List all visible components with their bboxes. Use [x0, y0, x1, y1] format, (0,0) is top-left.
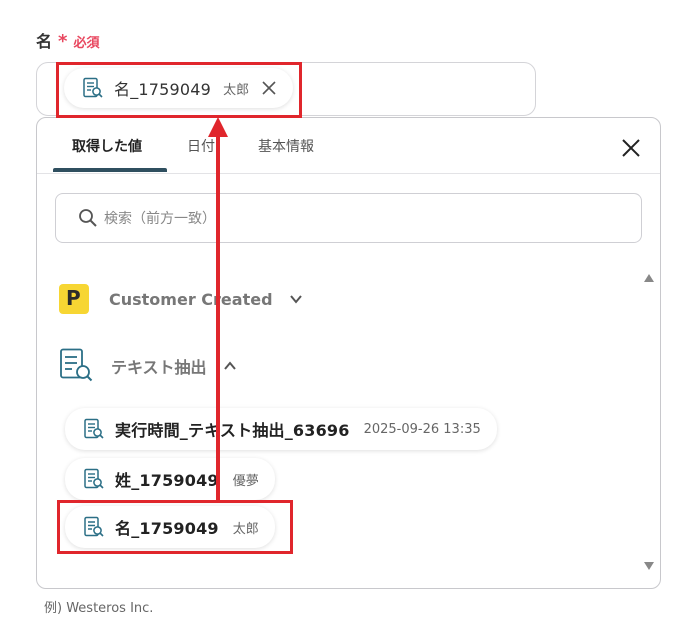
- tab-basic-info[interactable]: 基本情報: [258, 136, 314, 156]
- close-icon[interactable]: [620, 137, 642, 159]
- text-extract-icon: [83, 418, 105, 440]
- annotation-highlight-box-top: [56, 62, 302, 118]
- scroll-down-icon[interactable]: [643, 556, 655, 570]
- required-text: 必須: [73, 36, 100, 51]
- tab-date[interactable]: 日付: [187, 136, 215, 156]
- search-icon: [78, 208, 98, 228]
- field-label: 名 * 必須: [36, 28, 99, 52]
- yellow-p-logo-icon: P: [59, 284, 89, 314]
- item-name: 姓_1759049: [115, 471, 219, 490]
- group-text-extract[interactable]: テキスト抽出: [59, 348, 237, 384]
- group-title: テキスト抽出: [111, 358, 207, 377]
- item-value: 2025-09-26 13:35: [363, 421, 481, 437]
- list-item[interactable]: 実行時間_テキスト抽出_63696 2025-09-26 13:35: [65, 408, 497, 450]
- field-name: 名: [36, 32, 53, 51]
- scroll-up-icon[interactable]: [643, 268, 655, 282]
- list-item[interactable]: 姓_1759049 優夢: [65, 458, 275, 500]
- annotation-arrow-line: [216, 136, 220, 500]
- required-star: *: [58, 31, 68, 52]
- annotation-highlight-box-bottom: [57, 500, 293, 554]
- tab-bar: 取得した値 日付 基本情報: [37, 118, 660, 174]
- search-input[interactable]: 検索（前方一致）: [55, 193, 642, 243]
- text-extract-icon: [59, 348, 93, 384]
- chevron-up-icon[interactable]: [223, 359, 237, 373]
- text-extract-icon: [83, 468, 105, 490]
- group-customer-created[interactable]: P Customer Created: [59, 284, 303, 314]
- item-name: 実行時間_テキスト抽出_63696: [115, 421, 350, 440]
- group-title: Customer Created: [109, 289, 273, 309]
- tab-retrieved-values[interactable]: 取得した値: [72, 136, 142, 156]
- item-value: 優夢: [232, 473, 259, 489]
- search-placeholder: 検索（前方一致）: [104, 211, 216, 227]
- chevron-down-icon[interactable]: [289, 292, 303, 306]
- field-hint: 例) Westeros Inc.: [44, 601, 154, 616]
- annotation-arrow-head-icon: [208, 117, 228, 137]
- active-tab-underline: [53, 168, 167, 172]
